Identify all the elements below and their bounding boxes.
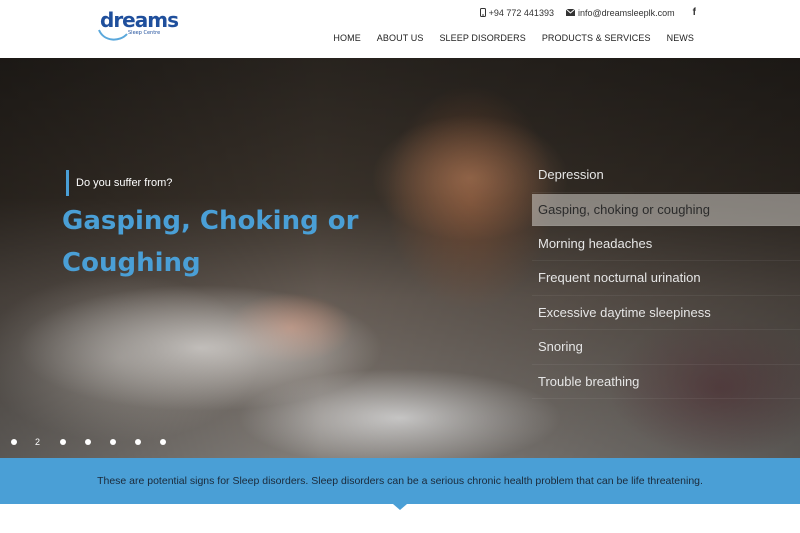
logo-subtitle: Sleep Centre <box>128 30 161 36</box>
symptom-item[interactable]: Snoring <box>532 330 800 365</box>
slider-dot[interactable] <box>60 439 67 445</box>
hero-slider: Do you suffer from? Gasping, Choking or … <box>0 58 800 458</box>
question-text: Do you suffer from? <box>76 177 173 189</box>
symptom-item[interactable]: Morning headaches <box>532 227 800 261</box>
banner-message: These are potential signs for Sleep diso… <box>97 475 703 487</box>
slider-pagination: 2 <box>11 437 185 447</box>
nav-products-services[interactable]: PRODUCTS & SERVICES <box>542 33 651 43</box>
phone-contact[interactable]: +94 772 441393 <box>479 7 554 18</box>
symptom-item-active[interactable]: Gasping, choking or coughing <box>532 193 800 226</box>
dreams-logo[interactable]: dreams Sleep Centre <box>98 8 179 46</box>
slider-dot[interactable] <box>85 439 92 445</box>
symptom-item[interactable]: Frequent nocturnal urination <box>532 261 800 296</box>
phone-number: +94 772 441393 <box>488 7 554 18</box>
slider-dot[interactable] <box>135 439 142 445</box>
nav-news[interactable]: NEWS <box>667 33 694 43</box>
slider-dot[interactable] <box>160 439 167 445</box>
slider-dot[interactable] <box>110 439 117 445</box>
symptom-list: Depression Gasping, choking or coughing … <box>532 158 800 399</box>
nav-sleep-disorders[interactable]: SLEEP DISORDERS <box>439 33 525 43</box>
slider-dot-current[interactable]: 2 <box>35 437 40 447</box>
logo-wordmark: dreams <box>100 8 179 32</box>
phone-icon <box>479 8 486 17</box>
nav-home[interactable]: HOME <box>333 33 360 43</box>
email-address: info@dreamsleeplk.com <box>577 7 675 18</box>
banner-caret-icon <box>393 504 407 510</box>
email-contact[interactable]: info@dreamsleeplk.com <box>565 7 675 18</box>
main-nav: HOME ABOUT US SLEEP DISORDERS PRODUCTS &… <box>317 33 694 43</box>
hero-question: Do you suffer from? <box>66 170 172 196</box>
facebook-icon[interactable]: f <box>693 7 696 18</box>
envelope-icon <box>565 9 575 16</box>
contact-bar: +94 772 441393 info@dreamsleeplk.com f <box>468 7 696 18</box>
site-header: dreams Sleep Centre +94 772 441393 info@… <box>0 0 800 58</box>
question-accent-bar <box>66 170 69 196</box>
symptom-item[interactable]: Excessive daytime sleepiness <box>532 296 800 330</box>
nav-about-us[interactable]: ABOUT US <box>377 33 424 43</box>
symptom-item[interactable]: Trouble breathing <box>532 365 800 399</box>
hero-headline: Gasping, Choking or Coughing <box>62 206 359 278</box>
symptom-item[interactable]: Depression <box>532 158 800 193</box>
slider-dot[interactable] <box>11 439 17 445</box>
info-banner: These are potential signs for Sleep diso… <box>0 458 800 510</box>
